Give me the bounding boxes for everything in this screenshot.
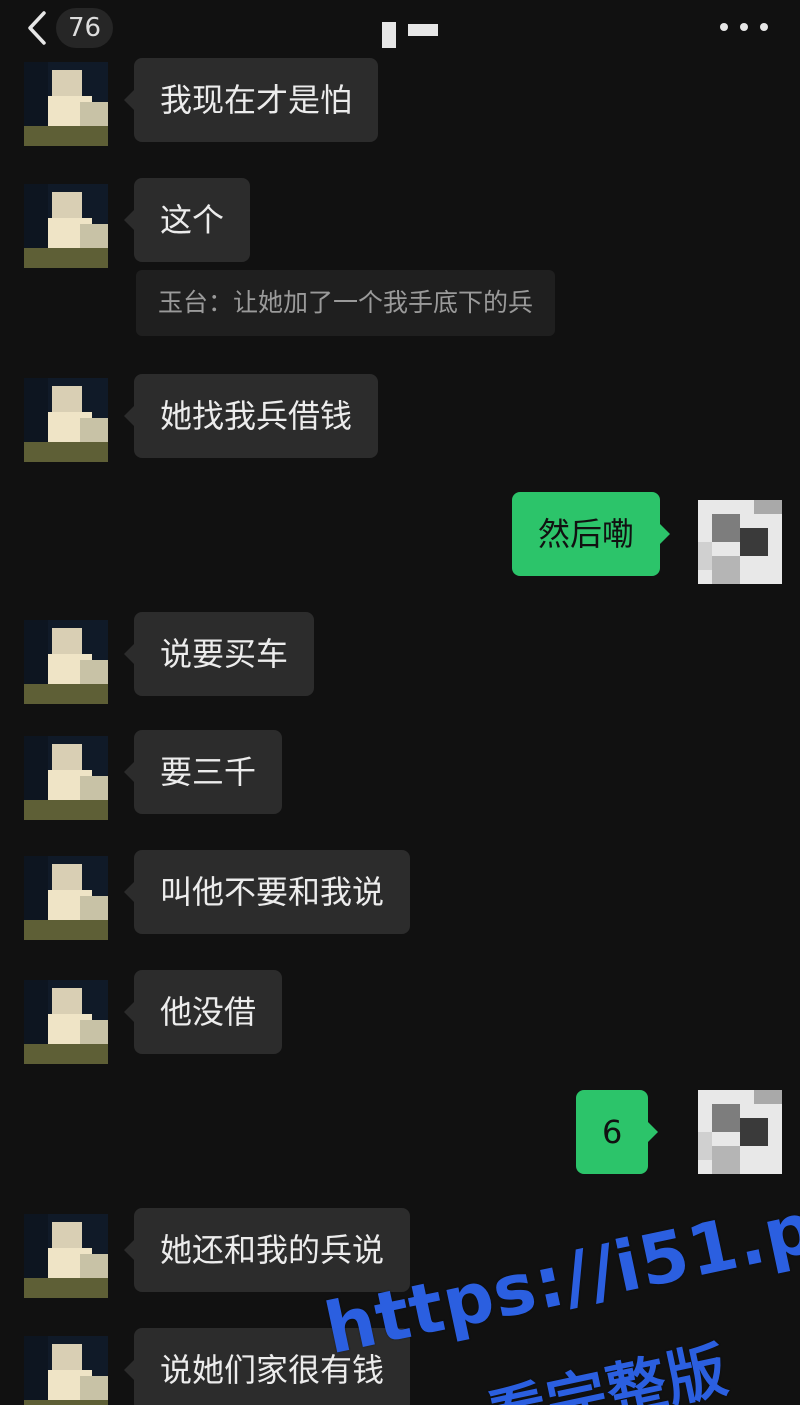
contact-avatar[interactable] <box>24 184 108 268</box>
contact-avatar[interactable] <box>24 1214 108 1298</box>
back-button[interactable]: 76 <box>26 8 114 48</box>
message-bubble[interactable]: 说她们家很有钱 <box>123 1328 411 1405</box>
message-bubble[interactable]: 她还和我的兵说 <box>123 1208 411 1292</box>
my-avatar[interactable] <box>698 1090 782 1174</box>
message-bubble[interactable]: 她找我兵借钱 <box>123 374 379 458</box>
message-bubble[interactable]: 要三千 <box>123 730 283 814</box>
contact-avatar[interactable] <box>24 378 108 462</box>
contact-avatar[interactable] <box>24 620 108 704</box>
my-avatar[interactable] <box>698 500 782 584</box>
message-bubble[interactable]: 说要买车 <box>123 612 315 696</box>
unread-count-badge: 76 <box>56 8 114 48</box>
more-options-button[interactable] <box>720 14 768 40</box>
message-bubble[interactable]: 他没借 <box>123 970 283 1054</box>
message-bubble[interactable]: 这个 <box>123 178 251 262</box>
more-horizontal-icon <box>720 23 728 31</box>
chat-title-redacted <box>380 18 440 48</box>
quoted-reply[interactable]: 玉台：让她加了一个我手底下的兵 <box>136 270 556 336</box>
contact-avatar[interactable] <box>24 736 108 820</box>
watermark-text: 看完整版 <box>480 1334 735 1405</box>
chat-header: 76 <box>0 0 800 60</box>
message-bubble[interactable]: 叫他不要和我说 <box>123 850 411 934</box>
contact-avatar[interactable] <box>24 1336 108 1405</box>
contact-avatar[interactable] <box>24 62 108 146</box>
message-bubble-outgoing[interactable]: 6 <box>576 1090 659 1174</box>
contact-avatar[interactable] <box>24 980 108 1064</box>
chevron-left-icon <box>28 11 46 45</box>
message-bubble-outgoing[interactable]: 然后嘞 <box>512 492 671 576</box>
message-bubble[interactable]: 我现在才是怕 <box>123 58 379 142</box>
contact-avatar[interactable] <box>24 856 108 940</box>
